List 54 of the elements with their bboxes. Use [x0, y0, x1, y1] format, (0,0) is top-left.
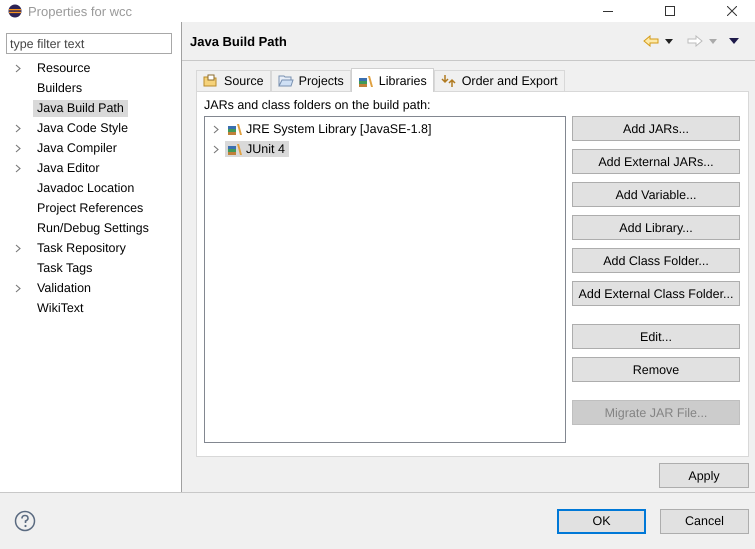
- tab[interactable]: Source: [196, 70, 271, 91]
- sidebar-item[interactable]: Validation: [33, 280, 95, 296]
- action-button[interactable]: Add Library...: [572, 215, 740, 240]
- sidebar-item[interactable]: Project References: [33, 200, 148, 216]
- chevron-icon[interactable]: [15, 144, 21, 152]
- sidebar-item[interactable]: Resource: [33, 60, 94, 76]
- section-label: JARs and class folders on the build path:: [204, 98, 432, 112]
- action-button[interactable]: Add Variable...: [572, 182, 740, 207]
- close-icon[interactable]: [727, 6, 737, 16]
- page-title: Java Build Path: [190, 34, 287, 48]
- sidebar-item[interactable]: Builders: [33, 80, 86, 96]
- dropdown-icon[interactable]: [665, 38, 673, 44]
- action-button[interactable]: Remove: [572, 357, 740, 382]
- tab[interactable]: Libraries: [350, 68, 434, 92]
- menu-icon[interactable]: [729, 38, 739, 44]
- chevron-icon[interactable]: [15, 64, 21, 72]
- chevron-icon[interactable]: [15, 124, 21, 132]
- sidebar-item[interactable]: Java Compiler: [33, 140, 121, 156]
- sidebar-item[interactable]: Java Editor: [33, 160, 104, 176]
- chevron-icon[interactable]: [15, 244, 21, 252]
- action-button[interactable]: Add External Class Folder...: [572, 281, 740, 306]
- chevron-icon[interactable]: [213, 124, 219, 134]
- filter-field[interactable]: type filter text: [6, 33, 172, 54]
- sidebar-item[interactable]: Task Tags: [33, 260, 96, 276]
- sidebar-item[interactable]: Javadoc Location: [33, 180, 138, 196]
- chevron-icon[interactable]: [15, 284, 21, 292]
- action-button[interactable]: Add JARs...: [572, 116, 740, 141]
- window-title: Properties for wcc: [28, 4, 132, 18]
- folder-icon: [278, 74, 294, 88]
- tree-item[interactable]: JRE System Library [JavaSE-1.8]: [225, 121, 436, 137]
- sidebar-item[interactable]: Run/Debug Settings: [33, 220, 153, 236]
- sidebar-item[interactable]: WikiText: [33, 300, 88, 316]
- app-icon: [8, 4, 22, 18]
- tab[interactable]: Projects: [270, 70, 351, 91]
- tree-item[interactable]: JUnit 4: [225, 141, 289, 157]
- arrows-icon: [440, 74, 457, 88]
- books-icon: [227, 122, 243, 136]
- action-button[interactable]: Edit...: [572, 324, 740, 349]
- sidebar-item[interactable]: Java Code Style: [33, 120, 132, 136]
- chevron-icon[interactable]: [15, 164, 21, 172]
- action-button[interactable]: Add Class Folder...: [572, 248, 740, 273]
- action-button[interactable]: Add External JARs...: [572, 149, 740, 174]
- apply-button[interactable]: Apply: [659, 463, 749, 488]
- maximize-icon[interactable]: [665, 6, 675, 16]
- dialog-button[interactable]: OK: [557, 508, 646, 534]
- chevron-icon[interactable]: [213, 144, 219, 154]
- books-icon: [358, 74, 374, 88]
- sidebar-item[interactable]: Java Build Path: [33, 100, 128, 116]
- books-icon: [227, 142, 243, 156]
- help-icon[interactable]: [14, 510, 36, 532]
- dialog-button[interactable]: Cancel: [660, 508, 749, 534]
- sidebar-item[interactable]: Task Repository: [33, 240, 130, 256]
- tab[interactable]: Order and Export: [434, 70, 565, 91]
- folder-icon: [203, 74, 219, 88]
